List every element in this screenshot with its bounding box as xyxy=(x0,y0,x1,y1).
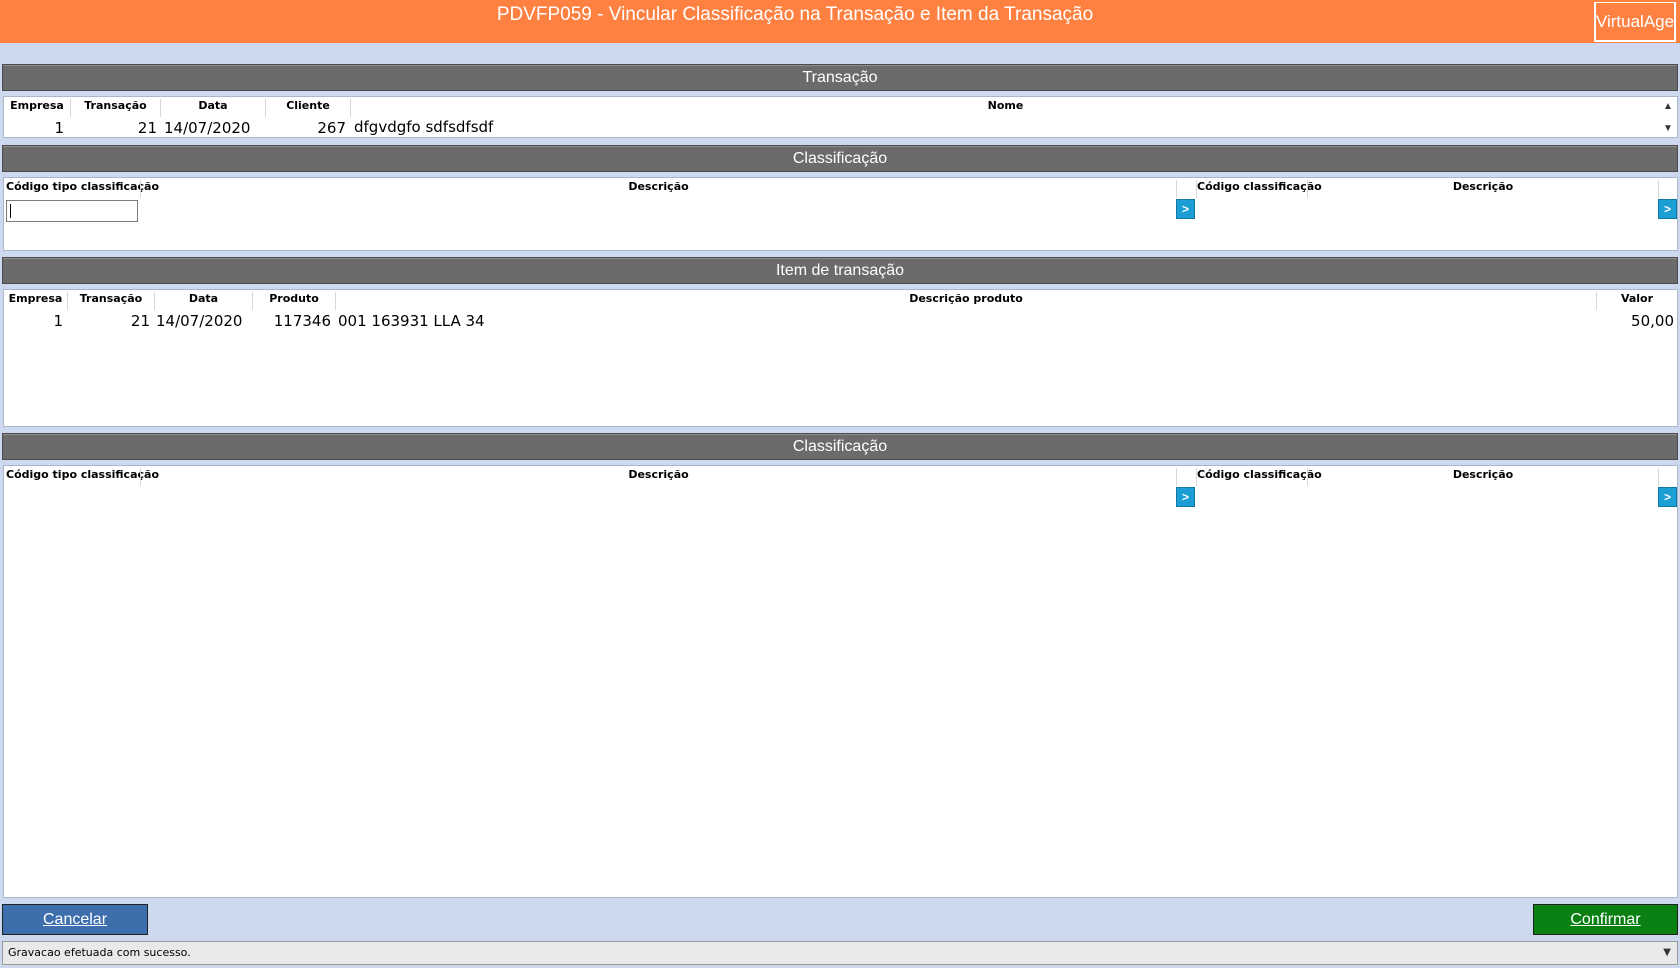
window-title: PDVFP059 - Vincular Classificação na Tra… xyxy=(496,4,1094,25)
transacao-grid[interactable]: Empresa Transação Data Cliente Nome 1 21… xyxy=(3,96,1678,138)
codigo-tipo-classificacao-input[interactable] xyxy=(6,200,138,222)
move-right-button[interactable]: > xyxy=(1176,487,1195,507)
col-header-descricao-2: Descrição xyxy=(1452,180,1514,193)
cell-data: 14/07/2020 xyxy=(164,119,251,137)
classificacao-item-panel: Código tipo classificação Descrição Códi… xyxy=(3,465,1678,898)
column-divider xyxy=(1658,468,1659,486)
column-divider xyxy=(1176,180,1177,198)
col-header-valor: Valor xyxy=(1620,292,1654,305)
col-header-codigo-classificacao: Código classificação xyxy=(1197,468,1322,481)
item-transacao-grid[interactable]: Empresa Transação Data Produto Descrição… xyxy=(3,289,1678,427)
section-header-classificacao-transacao: Classificação xyxy=(2,145,1678,172)
col-header-descricao-2: Descrição xyxy=(1452,468,1514,481)
cell-descricao-produto: 001 163931 LLA 34 xyxy=(338,312,485,330)
col-header-cliente: Cliente xyxy=(286,99,330,112)
col-header-empresa: Empresa xyxy=(8,292,63,305)
col-header-transacao: Transação xyxy=(79,292,143,305)
section-header-classificacao-item: Classificação xyxy=(2,433,1678,460)
title-bar: PDVFP059 - Vincular Classificação na Tra… xyxy=(0,0,1680,43)
column-divider xyxy=(1176,468,1177,486)
chevron-down-icon[interactable]: ▼ xyxy=(1663,942,1671,964)
chevron-up-icon[interactable]: ▲ xyxy=(1661,99,1675,113)
cell-nome: dfgvdgfo sdfsdfsdf xyxy=(354,118,494,136)
col-header-descricao-produto: Descrição produto xyxy=(909,292,1023,305)
confirm-button-label: Confirmar xyxy=(1570,910,1641,928)
move-right-button-2[interactable]: > xyxy=(1658,487,1677,507)
col-header-empresa: Empresa xyxy=(10,99,64,112)
status-bar[interactable]: Gravacao efetuada com sucesso. ▼ xyxy=(2,941,1678,965)
cell-empresa: 1 xyxy=(53,312,63,330)
col-header-codigo-tipo: Código tipo classificação xyxy=(6,180,160,193)
cell-data: 14/07/2020 xyxy=(156,312,243,330)
col-header-transacao: Transação xyxy=(84,99,147,112)
status-message: Gravacao efetuada com sucesso. xyxy=(8,946,191,959)
section-header-transacao: Transação xyxy=(2,64,1678,91)
cell-valor: 50,00 xyxy=(1631,312,1674,330)
confirm-button[interactable]: Confirmar xyxy=(1533,904,1678,935)
col-header-codigo-tipo: Código tipo classificação xyxy=(6,468,160,481)
col-header-data: Data xyxy=(188,292,219,305)
cell-cliente: 267 xyxy=(317,119,346,137)
cancel-button-label: Cancelar xyxy=(42,910,108,928)
cancel-button[interactable]: Cancelar xyxy=(2,904,148,935)
classificacao-transacao-panel: Código tipo classificação Descrição Códi… xyxy=(3,177,1678,251)
col-header-data: Data xyxy=(198,99,228,112)
section-header-item-transacao: Item de transação xyxy=(2,257,1678,284)
col-header-codigo-classificacao: Código classificação xyxy=(1197,180,1322,193)
move-right-button-2[interactable]: > xyxy=(1658,199,1677,219)
chevron-down-icon[interactable]: ▼ xyxy=(1661,121,1675,135)
cell-produto: 117346 xyxy=(273,312,331,330)
col-header-nome: Nome xyxy=(987,99,1024,112)
col-header-produto: Produto xyxy=(269,292,319,305)
virtualage-button[interactable]: VirtualAge xyxy=(1594,2,1676,42)
col-header-descricao: Descrição xyxy=(628,180,689,193)
cell-empresa: 1 xyxy=(54,119,64,137)
cell-transacao: 21 xyxy=(137,119,157,137)
column-divider xyxy=(1658,180,1659,198)
cell-transacao: 21 xyxy=(130,312,150,330)
col-header-descricao: Descrição xyxy=(628,468,689,481)
move-right-button[interactable]: > xyxy=(1176,199,1195,219)
